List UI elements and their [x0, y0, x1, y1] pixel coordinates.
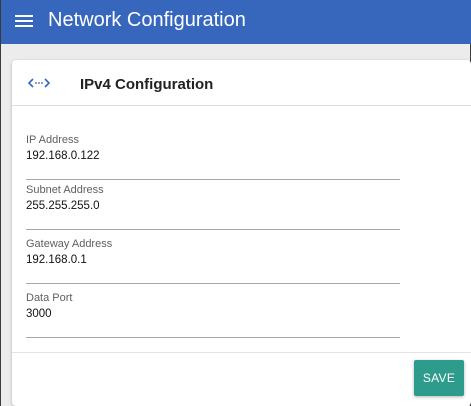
gateway-address-value[interactable]: 192.168.0.1: [26, 254, 87, 266]
save-button[interactable]: SAVE: [414, 360, 464, 396]
app-window: Network Configuration IPv4 Configuration…: [0, 0, 471, 406]
gateway-address-field[interactable]: Gateway Address 192.168.0.1: [26, 238, 400, 284]
ip-address-field[interactable]: IP Address 192.168.0.122: [26, 134, 400, 180]
data-port-value[interactable]: 3000: [26, 308, 52, 320]
card-title: IPv4 Configuration: [80, 76, 214, 93]
ipv4-configuration-card: IPv4 Configuration IP Address 192.168.0.…: [12, 60, 471, 406]
data-port-field[interactable]: Data Port 3000: [26, 292, 400, 338]
subnet-address-field[interactable]: Subnet Address 255.255.255.0: [26, 184, 400, 230]
subnet-address-value[interactable]: 255.255.255.0: [26, 200, 100, 212]
ip-address-label: IP Address: [26, 134, 79, 146]
subnet-address-label: Subnet Address: [26, 184, 104, 196]
app-bar: Network Configuration: [1, 0, 471, 44]
card-header: IPv4 Configuration: [12, 60, 471, 106]
card-footer-divider: [12, 352, 471, 353]
app-title: Network Configuration: [48, 9, 246, 31]
data-port-label: Data Port: [26, 292, 73, 304]
gateway-address-label: Gateway Address: [26, 238, 113, 250]
ip-address-value[interactable]: 192.168.0.122: [26, 150, 100, 162]
hamburger-menu-icon[interactable]: [15, 14, 33, 28]
code-brackets-icon: [28, 78, 50, 88]
